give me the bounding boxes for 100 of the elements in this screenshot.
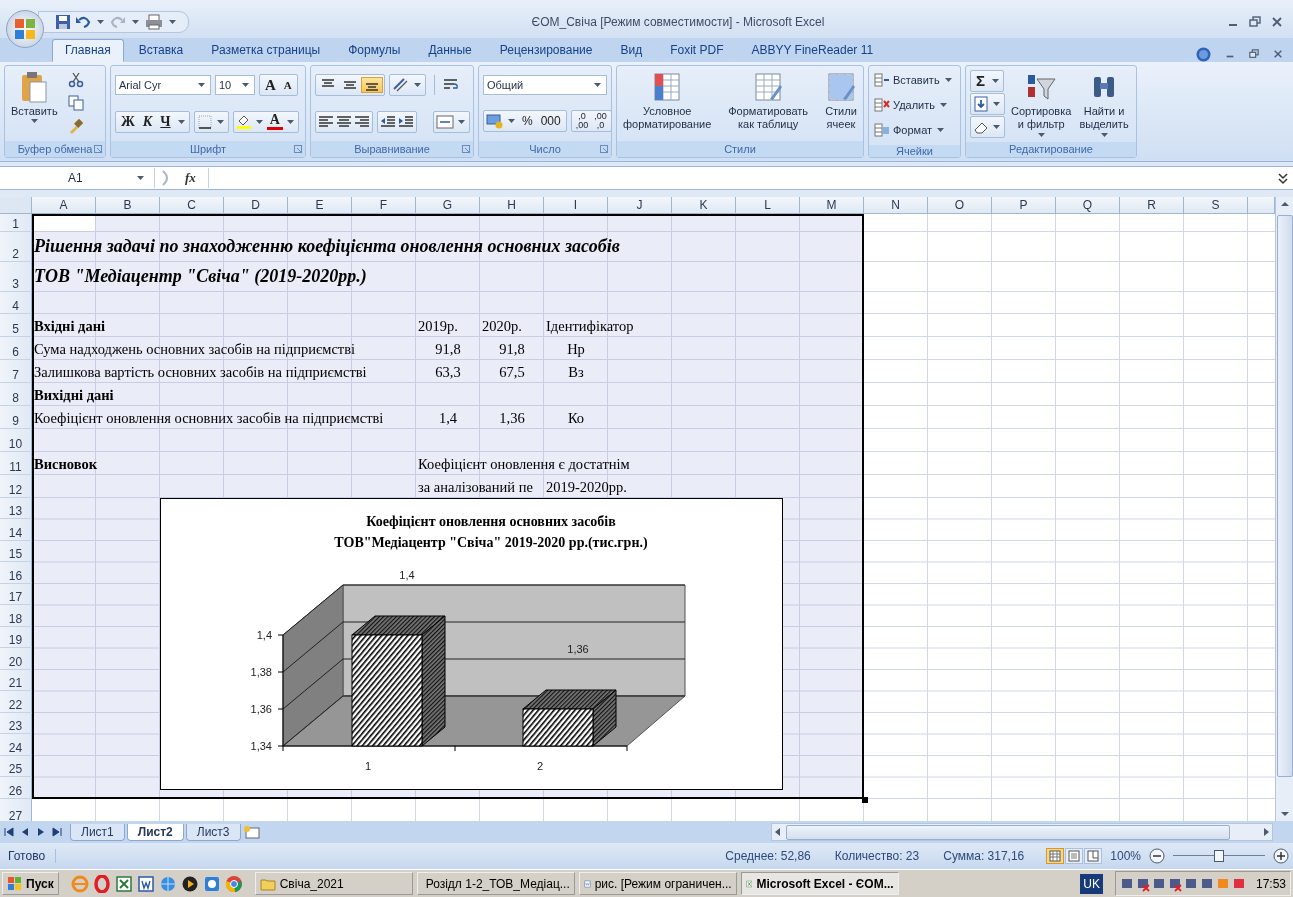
number-format-field[interactable]: Общий (483, 74, 607, 95)
zoom-level[interactable]: 100% (1110, 849, 1141, 864)
undo-icon[interactable] (75, 14, 91, 30)
document-icon[interactable] (136, 874, 155, 893)
cells-button[interactable]: Формат (873, 118, 956, 142)
column-header[interactable]: E (288, 196, 352, 214)
row-header[interactable]: 24 (0, 734, 32, 756)
scissors-icon[interactable] (67, 72, 84, 89)
print-icon[interactable] (145, 14, 163, 30)
row-header[interactable]: 16 (0, 562, 32, 584)
horizontal-scrollbar[interactable] (771, 823, 1273, 842)
taskbar-button[interactable]: Microsoft Excel - ЄОМ... (740, 872, 899, 896)
ribbon-tab[interactable]: Вид (607, 38, 656, 62)
scroll-thumb[interactable] (786, 824, 1230, 840)
launcher-icon[interactable] (462, 144, 470, 153)
column-header[interactable]: F (352, 196, 416, 214)
column-header[interactable]: I (544, 196, 608, 214)
taskbar-button[interactable]: рис. [Режим ограничен... (578, 872, 737, 896)
ribbon-tab[interactable]: ABBYY FineReader 11 (738, 38, 887, 62)
vertical-scrollbar[interactable] (1275, 196, 1293, 822)
ribbon-tab[interactable]: Разметка страницы (198, 38, 334, 62)
font-name-field[interactable]: Arial Cyr (115, 75, 211, 96)
row-header[interactable]: 4 (0, 291, 32, 314)
column-header[interactable]: D (224, 196, 288, 214)
column-header[interactable]: B (96, 196, 160, 214)
restore-icon[interactable] (1249, 16, 1261, 28)
ribbon-tab[interactable]: Данные (415, 38, 485, 62)
row-header[interactable]: 8 (0, 382, 32, 406)
app-icon[interactable] (202, 874, 221, 893)
taskbar-button[interactable]: Розідл 1-2_ТОВ_Медіац... (416, 872, 575, 896)
row-header[interactable]: 20 (0, 648, 32, 670)
view-button[interactable] (1065, 848, 1084, 865)
help-icon[interactable] (1196, 46, 1211, 62)
launcher-icon[interactable] (294, 144, 302, 153)
slider-thumb[interactable] (1214, 850, 1224, 863)
row-header[interactable]: 3 (0, 261, 32, 292)
launcher-icon[interactable] (600, 144, 608, 153)
column-header[interactable]: P (992, 196, 1056, 214)
row-header[interactable]: 2 (0, 231, 32, 262)
ribbon-tab[interactable]: Главная (52, 38, 124, 62)
view-button[interactable] (1084, 848, 1103, 865)
row-header[interactable]: 15 (0, 540, 32, 563)
copy-icon[interactable] (67, 95, 84, 112)
row-header[interactable]: 14 (0, 519, 32, 541)
next-sheet-icon[interactable] (36, 827, 46, 838)
bold-button[interactable]: Ж (118, 113, 138, 130)
column-header[interactable]: O (928, 196, 992, 214)
align-left-icon[interactable] (318, 114, 334, 129)
save-icon[interactable] (55, 14, 71, 30)
row-header[interactable]: 19 (0, 626, 32, 649)
decimal-button[interactable]: ,00 ,0 (592, 112, 609, 131)
row-header[interactable]: 5 (0, 313, 32, 337)
column-header[interactable]: M (800, 196, 864, 214)
row-header[interactable]: 25 (0, 755, 32, 778)
column-header[interactable]: Q (1056, 196, 1120, 214)
column-header[interactable]: G (416, 196, 480, 214)
align-right-icon[interactable] (354, 114, 370, 129)
fill-down-icon[interactable] (973, 95, 989, 112)
column-header[interactable]: R (1120, 196, 1184, 214)
row-header[interactable]: 23 (0, 712, 32, 735)
scroll-thumb[interactable] (1276, 214, 1293, 777)
align-center-icon[interactable] (336, 114, 352, 129)
row-header[interactable]: 9 (0, 405, 32, 429)
play-icon[interactable] (180, 874, 199, 893)
zoom-slider[interactable] (1173, 849, 1265, 864)
zoom-in-icon[interactable] (1273, 848, 1289, 865)
first-sheet-icon[interactable] (4, 827, 14, 838)
find-select-button[interactable]: Найти и выделить (1077, 68, 1131, 139)
ribbon-tab[interactable]: Формулы (335, 38, 414, 62)
row-header[interactable]: 12 (0, 474, 32, 498)
previous-sheet-icon[interactable] (20, 827, 30, 838)
sheet-tab[interactable]: Лист3 (185, 823, 241, 841)
decimal-button[interactable]: ,0 ,00 (573, 112, 591, 131)
spreadsheet-icon[interactable] (114, 874, 133, 893)
active-cell[interactable] (34, 215, 95, 231)
fill-color-icon[interactable] (235, 113, 252, 130)
view-button[interactable] (1046, 848, 1065, 865)
row-header[interactable]: 6 (0, 336, 32, 360)
column-header[interactable]: H (480, 196, 544, 214)
row-header[interactable]: 27 (0, 798, 32, 822)
column-header[interactable]: C (160, 196, 224, 214)
launcher-icon[interactable] (94, 144, 102, 153)
last-sheet-icon[interactable] (52, 827, 62, 838)
cells-button[interactable]: Удалить (873, 93, 956, 117)
percent-button[interactable]: % (519, 114, 536, 129)
language-indicator[interactable]: UK (1080, 873, 1103, 894)
row-header[interactable]: 21 (0, 669, 32, 692)
column-header[interactable]: L (736, 196, 800, 214)
taskbar-button[interactable]: Свіча_2021 (254, 872, 413, 896)
thousands-button[interactable]: 000 (537, 114, 564, 129)
row-header[interactable]: 10 (0, 428, 32, 452)
column-header[interactable]: A (32, 196, 96, 214)
merge-icon[interactable] (436, 114, 454, 129)
column-header[interactable]: S (1184, 196, 1248, 214)
name-box[interactable]: A1 (0, 167, 155, 188)
ribbon-tab[interactable]: Вставка (125, 38, 197, 62)
column-header[interactable]: K (672, 196, 736, 214)
font-size-field[interactable]: 10 (215, 75, 255, 96)
style-button[interactable]: Условное форматирование (621, 68, 714, 138)
ribbon-tab[interactable]: Рецензирование (486, 38, 606, 62)
